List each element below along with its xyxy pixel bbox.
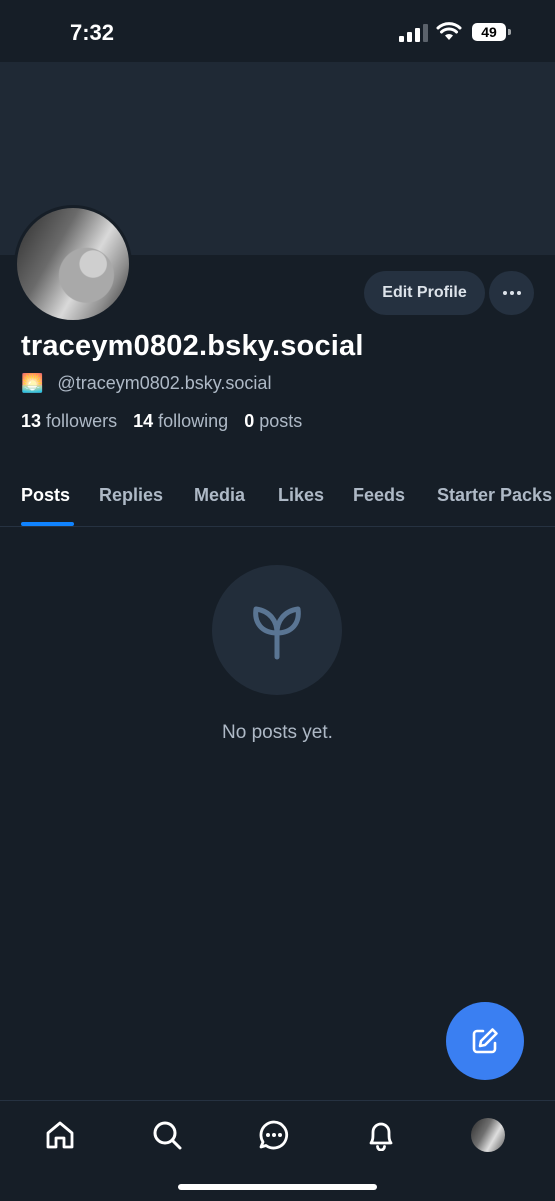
tab-starter-packs[interactable]: Starter Packs	[437, 485, 552, 506]
followers-count: 13	[21, 411, 42, 431]
following-count: 14	[133, 411, 154, 431]
sunrise-emoji: 🌅	[21, 373, 44, 393]
bell-icon	[369, 1122, 393, 1151]
compose-button[interactable]	[446, 1002, 524, 1080]
wifi-icon	[436, 22, 462, 40]
following-label: following	[158, 411, 229, 431]
empty-state-text: No posts yet.	[222, 722, 333, 743]
followers-link[interactable]: 13 followers	[21, 411, 117, 431]
sprout-icon	[253, 606, 301, 660]
status-time: 7:32	[70, 20, 115, 45]
ellipsis-icon	[502, 291, 521, 295]
battery-level: 49	[481, 24, 497, 40]
nav-search[interactable]	[150, 1118, 184, 1152]
more-options-button[interactable]	[489, 271, 534, 315]
followers-label: followers	[46, 411, 118, 431]
tab-likes[interactable]: Likes	[278, 485, 324, 506]
home-indicator	[178, 1184, 377, 1190]
display-name: traceym0802.bsky.social	[21, 330, 364, 362]
nav-profile[interactable]	[471, 1118, 505, 1152]
search-icon	[153, 1121, 182, 1150]
tab-replies[interactable]: Replies	[99, 485, 163, 506]
tab-feeds[interactable]: Feeds	[353, 485, 405, 506]
chat-icon	[259, 1120, 289, 1150]
edit-profile-button[interactable]: Edit Profile	[364, 271, 485, 315]
signal-icon	[399, 24, 428, 42]
handle-row: 🌅 @traceym0802.bsky.social	[21, 373, 271, 394]
tab-posts[interactable]: Posts	[21, 485, 70, 506]
home-icon	[46, 1121, 74, 1149]
tab-media[interactable]: Media	[194, 485, 245, 506]
nav-notifications[interactable]	[364, 1118, 398, 1152]
profile-stats: 13 followers 14 following 0 posts	[21, 411, 302, 432]
profile-tabs: Posts Replies Media Likes Feeds Starter …	[0, 470, 555, 527]
posts-stat: 0 posts	[244, 411, 302, 431]
following-link[interactable]: 14 following	[133, 411, 228, 431]
compose-icon	[472, 1028, 498, 1054]
nav-home[interactable]	[43, 1118, 77, 1152]
status-bar: 7:32 49	[0, 0, 555, 62]
empty-state-icon-container	[212, 565, 342, 695]
posts-label: posts	[259, 411, 303, 431]
profile-avatar[interactable]	[14, 205, 132, 323]
battery-icon: 49	[472, 23, 512, 41]
handle: @traceym0802.bsky.social	[57, 373, 272, 393]
avatar	[471, 1118, 505, 1152]
posts-count: 0	[244, 411, 255, 431]
active-tab-indicator	[21, 522, 74, 526]
nav-chat[interactable]	[257, 1118, 291, 1152]
